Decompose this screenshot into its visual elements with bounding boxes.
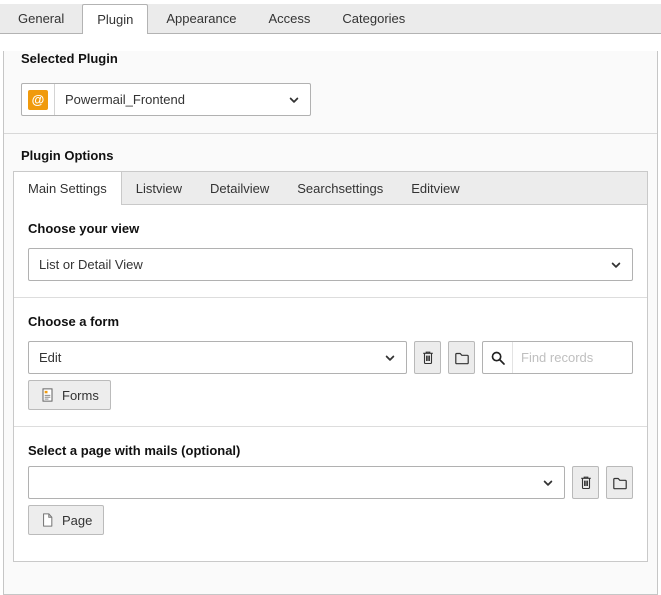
main-settings-panel: Choose your view List or Detail View Cho…	[13, 204, 648, 562]
folder-icon	[454, 350, 470, 366]
folder-icon	[612, 475, 628, 491]
choose-form-section: Choose a form Edit	[14, 298, 647, 427]
form-select[interactable]: Edit	[28, 341, 407, 374]
subtab-detailview[interactable]: Detailview	[196, 172, 283, 204]
chevron-down-icon	[288, 94, 300, 106]
trash-icon	[420, 350, 436, 366]
browse-page-folder-button[interactable]	[606, 466, 633, 499]
forms-wizard-button[interactable]: Forms	[28, 380, 111, 410]
tab-plugin[interactable]: Plugin	[82, 4, 148, 34]
view-select[interactable]: List or Detail View	[28, 248, 633, 281]
tab-appearance[interactable]: Appearance	[152, 4, 250, 33]
plugin-tab-panel: Selected Plugin @ Powermail_Frontend Plu…	[3, 51, 658, 595]
section-divider	[4, 133, 657, 134]
find-records-input[interactable]	[513, 350, 632, 365]
delete-form-button[interactable]	[414, 341, 441, 374]
page-document-icon	[40, 512, 55, 528]
page-with-mails-heading: Select a page with mails (optional)	[28, 443, 633, 458]
trash-icon	[578, 475, 594, 491]
tab-access[interactable]: Access	[255, 4, 325, 33]
tab-general[interactable]: General	[4, 4, 78, 33]
chevron-down-icon	[610, 259, 622, 271]
selected-plugin-value: Powermail_Frontend	[55, 92, 288, 107]
chevron-down-icon	[384, 352, 396, 364]
choose-form-heading: Choose a form	[28, 314, 633, 329]
page-wizard-button[interactable]: Page	[28, 505, 104, 535]
powermail-at-glyph: @	[28, 90, 48, 110]
subtab-editview[interactable]: Editview	[397, 172, 473, 204]
powermail-at-icon: @	[22, 84, 55, 115]
page-with-mails-section: Select a page with mails (optional)	[14, 427, 647, 561]
form-select-value: Edit	[29, 350, 384, 365]
subtab-searchsettings[interactable]: Searchsettings	[283, 172, 397, 204]
page-select[interactable]	[28, 466, 565, 499]
choose-view-heading: Choose your view	[28, 221, 633, 236]
forms-wizard-label: Forms	[62, 388, 99, 403]
page-wizard-label: Page	[62, 513, 92, 528]
magnifier-icon	[483, 342, 513, 373]
tab-categories[interactable]: Categories	[328, 4, 419, 33]
plugin-options-tabbar: Main Settings Listview Detailview Search…	[13, 171, 648, 204]
delete-page-button[interactable]	[572, 466, 599, 499]
plugin-options-heading: Plugin Options	[21, 148, 657, 163]
browse-form-folder-button[interactable]	[448, 341, 475, 374]
selected-plugin-select[interactable]: @ Powermail_Frontend	[21, 83, 311, 116]
view-select-value: List or Detail View	[29, 257, 610, 272]
subtab-listview[interactable]: Listview	[122, 172, 196, 204]
subtab-main-settings[interactable]: Main Settings	[14, 172, 122, 205]
form-document-icon	[40, 387, 55, 403]
chevron-down-icon	[542, 477, 554, 489]
choose-view-section: Choose your view List or Detail View	[14, 205, 647, 298]
element-tabbar: General Plugin Appearance Access Categor…	[0, 4, 661, 34]
find-records-group	[482, 341, 633, 374]
selected-plugin-heading: Selected Plugin	[21, 51, 657, 66]
